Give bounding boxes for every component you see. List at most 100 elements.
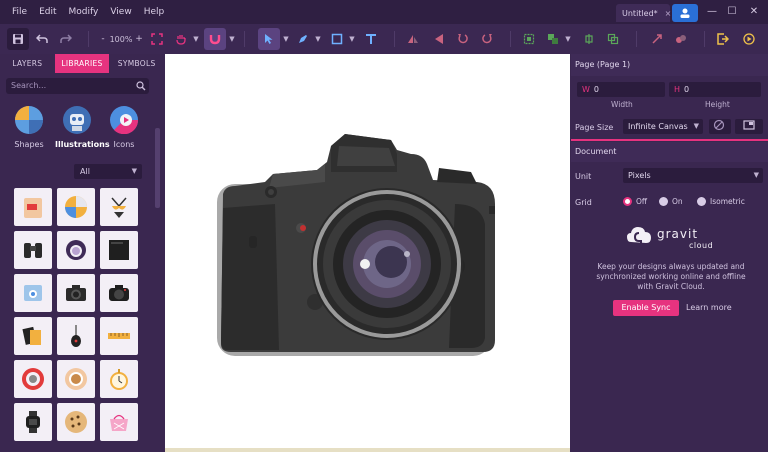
mask-button[interactable] — [648, 28, 666, 50]
library-search-input[interactable]: Search... — [6, 78, 149, 94]
redo-button[interactable] — [57, 28, 75, 50]
pointer-tool-button[interactable] — [258, 28, 280, 50]
fit-screen-icon — [151, 33, 163, 45]
zoom-out-button[interactable]: - — [98, 28, 108, 50]
minimize-button[interactable]: — — [702, 4, 722, 20]
text-tool-button[interactable] — [362, 28, 380, 50]
unit-label: Unit — [575, 172, 592, 181]
page-width-input[interactable]: W0 — [577, 82, 665, 97]
window-close-button[interactable]: ✕ — [744, 4, 764, 20]
zoom-level[interactable]: 100% — [108, 28, 134, 50]
library-item-dartboard[interactable] — [14, 360, 52, 398]
zoom-in-button[interactable]: + — [134, 28, 144, 50]
radio-icon — [659, 197, 668, 206]
library-item-box[interactable] — [14, 188, 52, 226]
grid-isometric-radio[interactable]: Isometric — [697, 197, 745, 206]
left-panel-tabs: LAYERS LIBRARIES SYMBOLS — [0, 54, 164, 73]
tab-layers[interactable]: LAYERS — [0, 54, 55, 73]
group-button[interactable] — [520, 28, 538, 50]
menu-edit[interactable]: Edit — [33, 7, 62, 17]
library-item-coffee[interactable] — [57, 360, 95, 398]
close-icon[interactable]: × — [665, 9, 672, 18]
camera-illustration[interactable] — [165, 54, 570, 452]
group-dropdown[interactable]: ▼ — [564, 28, 572, 50]
menu-view[interactable]: View — [104, 7, 137, 17]
toolbar-separator — [394, 31, 395, 47]
document-tab[interactable]: Untitled* × — [616, 4, 672, 22]
library-item-cookie[interactable] — [57, 403, 95, 441]
fit-screen-button[interactable] — [148, 28, 166, 50]
save-button[interactable] — [7, 28, 29, 50]
hand-tool-dropdown[interactable]: ▼ — [192, 28, 200, 50]
pen-dropdown[interactable]: ▼ — [314, 28, 322, 50]
pen-tool-button[interactable] — [294, 28, 312, 50]
boolean-subtract-button[interactable] — [604, 28, 622, 50]
library-item-car-key[interactable] — [57, 317, 95, 355]
learn-more-link[interactable]: Learn more — [686, 303, 732, 312]
present-button[interactable] — [740, 28, 758, 50]
tab-symbols[interactable]: SYMBOLS — [109, 54, 164, 73]
save-icon — [13, 34, 23, 44]
library-item-beach-ball[interactable] — [57, 188, 95, 226]
library-item-camera[interactable] — [57, 274, 95, 312]
enable-sync-button[interactable]: Enable Sync — [613, 300, 679, 316]
library-item-purse[interactable] — [100, 403, 138, 441]
library-item-ring[interactable] — [57, 231, 95, 269]
menu-modify[interactable]: Modify — [63, 7, 105, 17]
page-size-value: Infinite Canvas — [628, 122, 688, 131]
hand-tool-button[interactable] — [172, 28, 190, 50]
ungroup-button[interactable] — [544, 28, 562, 50]
left-panel-scrollbar[interactable] — [155, 128, 160, 208]
design-canvas[interactable] — [165, 54, 570, 452]
library-item-pocket-watch[interactable] — [100, 360, 138, 398]
layout-icon — [743, 120, 755, 130]
category-label: Icons — [113, 140, 135, 149]
unit-select[interactable]: Pixels ▼ — [623, 168, 763, 183]
grid-off-radio[interactable]: Off — [623, 197, 647, 206]
pointer-dropdown[interactable]: ▼ — [282, 28, 290, 50]
library-item-bikini[interactable] — [100, 188, 138, 226]
page-size-select[interactable]: Infinite Canvas ▼ — [623, 119, 703, 134]
tab-libraries[interactable]: LIBRARIES — [54, 54, 110, 73]
library-item-ruler[interactable] — [100, 317, 138, 355]
boolean-union-button[interactable] — [580, 28, 598, 50]
mask-icon — [652, 34, 662, 44]
radio-icon — [697, 197, 706, 206]
export-button[interactable] — [714, 28, 732, 50]
page-layout-button[interactable] — [735, 119, 763, 134]
flip-horizontal-button[interactable] — [404, 28, 422, 50]
snap-dropdown[interactable]: ▼ — [228, 28, 236, 50]
library-item-binoculars[interactable] — [14, 231, 52, 269]
cloud-account-button[interactable] — [672, 4, 698, 22]
effects-button[interactable] — [672, 28, 690, 50]
page-orientation-button[interactable] — [709, 119, 731, 134]
library-category-illustrations[interactable]: Illustrations — [55, 106, 110, 149]
page-height-input[interactable]: H0 — [669, 82, 761, 97]
robot-icon — [63, 106, 91, 134]
grid-on-radio[interactable]: On — [659, 197, 683, 206]
inspector-panel: Page (Page 1) W0 H0 Width Height Page Si… — [571, 54, 768, 452]
library-item-wallet[interactable] — [100, 231, 138, 269]
library-item-cards[interactable] — [14, 317, 52, 355]
snap-magnet-button[interactable] — [204, 28, 226, 50]
library-category-icons[interactable]: Icons — [104, 106, 144, 149]
document-tab-title: Untitled* — [622, 8, 658, 18]
undo-button[interactable] — [33, 28, 51, 50]
search-icon[interactable] — [136, 81, 146, 91]
rotate-right-button[interactable] — [478, 28, 496, 50]
rectangle-tool-button[interactable] — [328, 28, 346, 50]
library-item-dslr[interactable] — [100, 274, 138, 312]
library-item-watch[interactable] — [14, 403, 52, 441]
section-divider — [571, 139, 768, 141]
library-category-shapes[interactable]: Shapes — [9, 106, 49, 149]
menu-help[interactable]: Help — [138, 7, 171, 17]
library-filter-select[interactable]: All ▼ — [74, 164, 142, 179]
maximize-button[interactable]: ☐ — [722, 4, 742, 20]
menu-file[interactable]: File — [6, 7, 33, 17]
shape-dropdown[interactable]: ▼ — [348, 28, 356, 50]
flip-vertical-button[interactable] — [430, 28, 448, 50]
rotate-left-button[interactable] — [454, 28, 472, 50]
width-value: 0 — [593, 85, 600, 94]
library-item-instant-camera[interactable] — [14, 274, 52, 312]
icons-icon — [110, 106, 139, 135]
